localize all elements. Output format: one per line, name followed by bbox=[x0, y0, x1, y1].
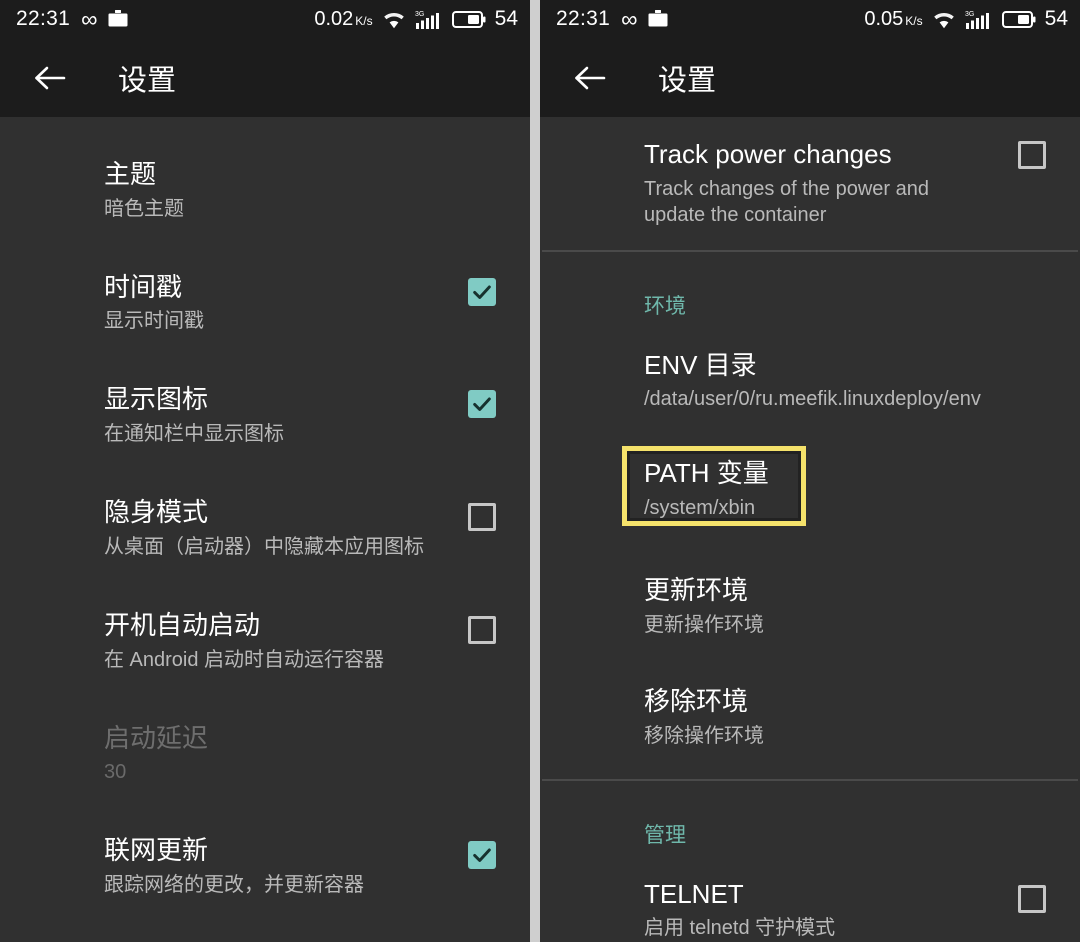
battery-percent: 54 bbox=[1044, 7, 1068, 30]
checkbox-unchecked[interactable] bbox=[1018, 884, 1046, 913]
list-item-summary: 30 bbox=[104, 761, 127, 784]
back-button[interactable] bbox=[566, 54, 614, 102]
list-item-summary: Track changes of the power and update th… bbox=[644, 177, 929, 226]
dual-screenshot-container: 22:31 ∞ 0.02 K/s 3G 54 设置 主题 暗色主题 时间戳 显示… bbox=[0, 0, 1080, 942]
list-item-timestamp[interactable]: 时间戳 显示时间戳 bbox=[0, 236, 530, 349]
status-bar-left: 22:31 ∞ bbox=[556, 7, 668, 31]
svg-text:3G: 3G bbox=[965, 11, 974, 18]
battery-icon bbox=[451, 10, 486, 29]
list-item-theme[interactable]: 主题 暗色主题 bbox=[0, 117, 530, 236]
list-item-title: TELNET bbox=[644, 878, 744, 909]
signal-bars-3g-icon: 3G bbox=[415, 9, 443, 29]
arrow-back-icon bbox=[573, 65, 607, 91]
list-item-title: 显示图标 bbox=[104, 384, 209, 415]
list-item-show-icon[interactable]: 显示图标 在通知栏中显示图标 bbox=[0, 348, 530, 461]
list-item-title: ENV 目录 bbox=[644, 349, 757, 380]
list-item-summary: /system/xbin bbox=[644, 497, 756, 520]
checkbox-checked[interactable] bbox=[468, 841, 496, 870]
status-bar-right: 0.02 K/s 3G 54 bbox=[314, 7, 518, 31]
list-item-title: Track power changes bbox=[644, 139, 892, 169]
checkbox-checked[interactable] bbox=[468, 390, 496, 419]
list-item-stealth-mode[interactable]: 隐身模式 从桌面（启动器）中隐藏本应用图标 bbox=[0, 461, 530, 574]
list-item-summary: 跟踪网络的更改，并更新容器 bbox=[104, 874, 364, 897]
list-item-summary: 在通知栏中显示图标 bbox=[104, 423, 284, 446]
briefcase-icon bbox=[108, 10, 128, 28]
battery-percent: 54 bbox=[494, 7, 518, 30]
status-bar-left: 22:31 ∞ bbox=[16, 7, 128, 31]
network-speed: 0.02 K/s bbox=[314, 7, 373, 30]
list-item-summary: 显示时间戳 bbox=[104, 310, 204, 333]
checkbox-unchecked[interactable] bbox=[468, 503, 496, 532]
wifi-icon bbox=[382, 10, 406, 29]
settings-list-right: Track power changes Track changes of the… bbox=[540, 117, 1080, 942]
list-item-summary: 从桌面（启动器）中隐藏本应用图标 bbox=[104, 535, 424, 558]
page-title: 设置 bbox=[658, 64, 717, 97]
back-button[interactable] bbox=[26, 54, 74, 102]
list-item-start-delay: 启动延迟 30 bbox=[0, 687, 530, 800]
list-item-title: 更新环境 bbox=[644, 575, 749, 606]
arrow-back-icon bbox=[33, 65, 67, 91]
list-item-summary: 移除操作环境 bbox=[644, 724, 764, 747]
infinity-icon: ∞ bbox=[621, 5, 638, 32]
battery-icon bbox=[1001, 10, 1036, 29]
right-phone-screen: 22:31 ∞ 0.05 K/s 3G 54 设置 Track power ch… bbox=[540, 0, 1080, 942]
list-item-title: 启动延迟 bbox=[104, 722, 209, 753]
list-item-title: PATH 变量 bbox=[644, 458, 769, 489]
network-speed: 0.05 K/s bbox=[864, 7, 923, 30]
list-item-path-variable[interactable]: PATH 变量 /system/xbin bbox=[540, 422, 1080, 533]
list-item-telnet[interactable]: TELNET 启用 telnetd 守护模式 bbox=[540, 849, 1080, 942]
list-item-summary: 暗色主题 bbox=[104, 197, 184, 220]
list-item-update-environment[interactable]: 更新环境 更新操作环境 bbox=[540, 533, 1080, 650]
list-item-remove-environment[interactable]: 移除环境 移除操作环境 bbox=[540, 650, 1080, 779]
section-header-management: 管理 bbox=[644, 823, 686, 847]
status-bar-clock: 22:31 bbox=[16, 7, 71, 30]
left-phone-screen: 22:31 ∞ 0.02 K/s 3G 54 设置 主题 暗色主题 时间戳 显示… bbox=[0, 0, 530, 942]
briefcase-icon bbox=[648, 10, 668, 28]
list-item-autostart[interactable]: 开机自动启动 在 Android 启动时自动运行容器 bbox=[0, 574, 530, 687]
status-bar: 22:31 ∞ 0.02 K/s 3G 54 bbox=[0, 0, 530, 38]
list-item-title: 时间戳 bbox=[104, 271, 183, 302]
settings-list-left: 主题 暗色主题 时间戳 显示时间戳 显示图标 在通知栏中显示图标 隐身模式 从桌… bbox=[0, 117, 530, 912]
list-item-summary: 启用 telnetd 守护模式 bbox=[644, 917, 836, 940]
section-header-environment: 环境 bbox=[644, 294, 686, 318]
checkbox-unchecked[interactable] bbox=[1018, 141, 1046, 169]
checkbox-checked[interactable] bbox=[468, 277, 496, 306]
list-item-summary: 更新操作环境 bbox=[644, 613, 764, 636]
svg-text:3G: 3G bbox=[415, 11, 424, 18]
list-item-summary: /data/user/0/ru.meefik.linuxdeploy/env bbox=[644, 388, 981, 411]
app-bar: 设置 bbox=[540, 38, 1080, 117]
page-title: 设置 bbox=[118, 64, 177, 97]
status-bar-right: 0.05 K/s 3G 54 bbox=[864, 7, 1068, 31]
status-bar: 22:31 ∞ 0.05 K/s 3G 54 bbox=[540, 0, 1080, 38]
app-bar: 设置 bbox=[0, 38, 530, 117]
status-bar-clock: 22:31 bbox=[556, 7, 611, 30]
list-item-title: 开机自动启动 bbox=[104, 609, 261, 640]
list-item-network-update[interactable]: 联网更新 跟踪网络的更改，并更新容器 bbox=[0, 799, 530, 912]
list-item-title: 主题 bbox=[104, 159, 157, 189]
list-item-track-power-changes[interactable]: Track power changes Track changes of the… bbox=[540, 117, 1080, 250]
list-item-title: 移除环境 bbox=[644, 685, 749, 716]
list-item-summary: 在 Android 启动时自动运行容器 bbox=[104, 648, 385, 671]
checkbox-unchecked[interactable] bbox=[468, 615, 496, 644]
list-item-env-directory[interactable]: ENV 目录 /data/user/0/ru.meefik.linuxdeplo… bbox=[540, 320, 1080, 423]
signal-bars-3g-icon: 3G bbox=[965, 9, 993, 29]
wifi-icon bbox=[932, 10, 956, 29]
list-item-title: 隐身模式 bbox=[104, 497, 209, 528]
list-item-title: 联网更新 bbox=[104, 835, 209, 866]
infinity-icon: ∞ bbox=[81, 5, 98, 32]
